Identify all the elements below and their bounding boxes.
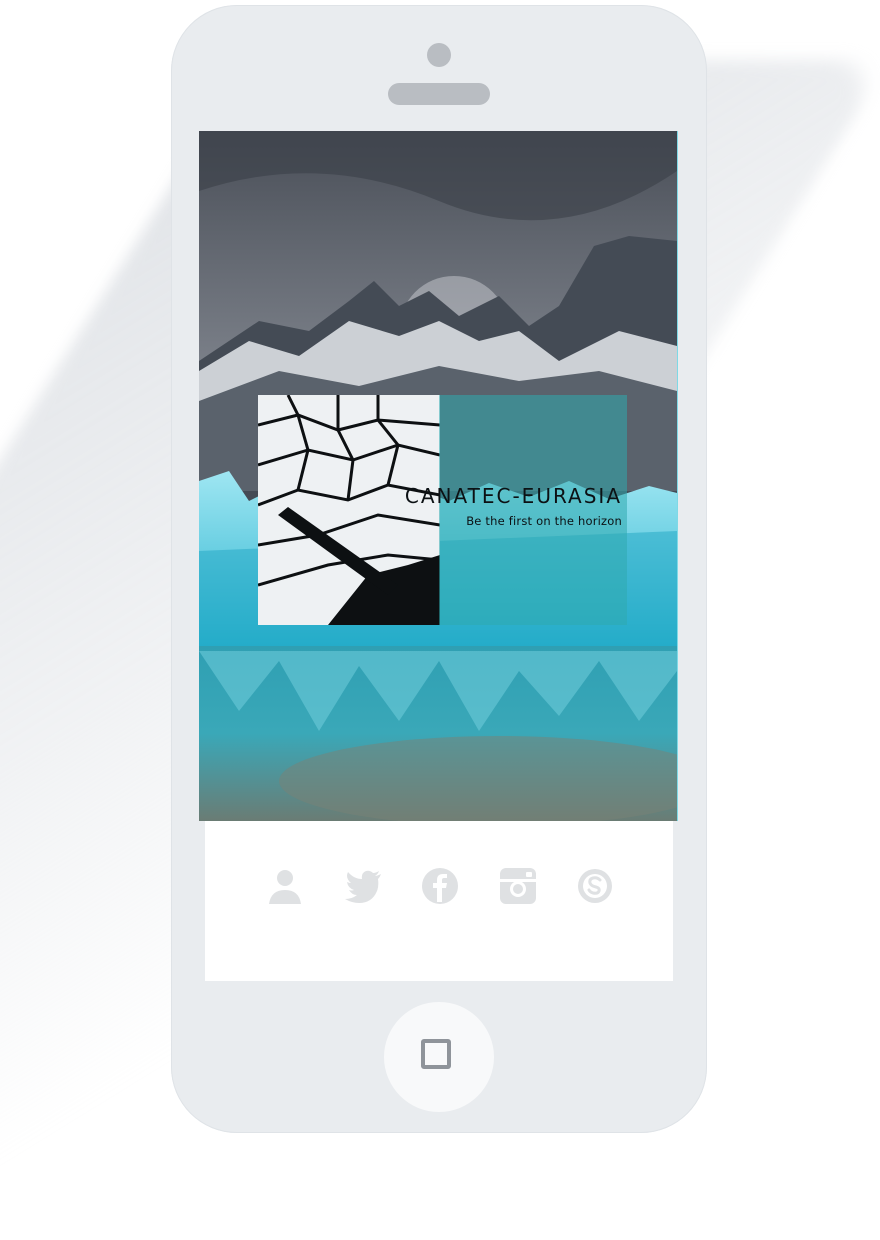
brand-tagline: Be the first on the horizon [466, 514, 622, 528]
home-button[interactable] [384, 1002, 494, 1112]
brand-title: CANATEC-EURASIA [404, 484, 622, 508]
home-square-icon [421, 1039, 451, 1069]
phone-mockup: CANATEC-EURASIA Be the first on the hori… [171, 5, 707, 1133]
user-icon[interactable] [265, 866, 305, 906]
twitter-icon[interactable] [343, 866, 383, 906]
earpiece-speaker [388, 83, 490, 105]
instagram-icon[interactable] [498, 866, 538, 906]
facebook-icon[interactable] [420, 866, 460, 906]
skype-icon[interactable] [575, 866, 615, 906]
brand-block: CANATEC-EURASIA Be the first on the hori… [405, 484, 622, 528]
app-screen: CANATEC-EURASIA Be the first on the hori… [199, 131, 678, 821]
front-camera [427, 43, 451, 67]
social-icons-row [265, 861, 615, 911]
social-panel [205, 821, 673, 981]
